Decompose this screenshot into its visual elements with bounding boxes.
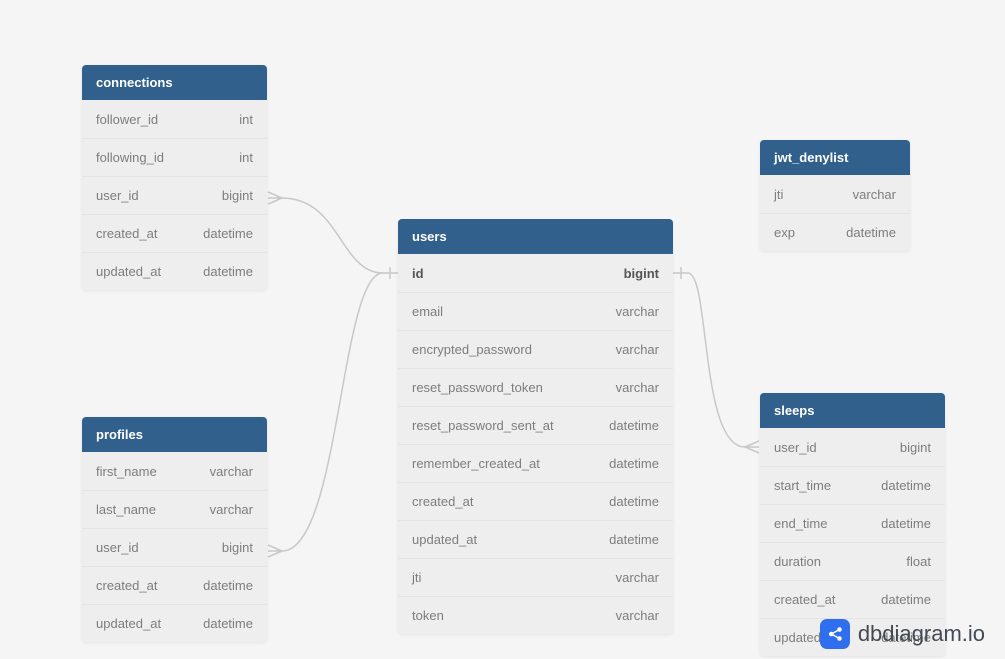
- column-row[interactable]: token varchar: [398, 596, 673, 634]
- column-row[interactable]: user_id bigint: [82, 176, 267, 214]
- column-type: varchar: [210, 464, 253, 479]
- column-type: float: [906, 554, 931, 569]
- column-row[interactable]: created_at datetime: [82, 214, 267, 252]
- column-name: id: [412, 266, 424, 281]
- share-icon: [820, 619, 850, 649]
- column-row[interactable]: following_id int: [82, 138, 267, 176]
- column-row[interactable]: created_at datetime: [82, 566, 267, 604]
- column-row[interactable]: created_at datetime: [398, 482, 673, 520]
- watermark-text: dbdiagram.io: [858, 621, 985, 647]
- column-row[interactable]: updated_at datetime: [82, 604, 267, 642]
- column-type: datetime: [609, 494, 659, 509]
- column-row[interactable]: id bigint: [398, 254, 673, 292]
- column-type: datetime: [609, 418, 659, 433]
- column-type: varchar: [616, 608, 659, 623]
- column-type: bigint: [222, 188, 253, 203]
- column-type: bigint: [624, 266, 659, 281]
- column-type: varchar: [616, 380, 659, 395]
- column-type: int: [239, 150, 253, 165]
- column-row[interactable]: encrypted_password varchar: [398, 330, 673, 368]
- column-name: updated_at: [412, 532, 477, 547]
- column-name: created_at: [774, 592, 835, 607]
- watermark: dbdiagram.io: [820, 619, 985, 649]
- column-row[interactable]: reset_password_sent_at datetime: [398, 406, 673, 444]
- column-row[interactable]: exp datetime: [760, 213, 910, 251]
- column-type: bigint: [222, 540, 253, 555]
- column-row[interactable]: first_name varchar: [82, 452, 267, 490]
- table-header[interactable]: profiles: [82, 417, 267, 452]
- column-row[interactable]: user_id bigint: [760, 428, 945, 466]
- table-header[interactable]: jwt_denylist: [760, 140, 910, 175]
- column-name: email: [412, 304, 443, 319]
- table-header[interactable]: connections: [82, 65, 267, 100]
- column-type: bigint: [900, 440, 931, 455]
- column-type: datetime: [846, 225, 896, 240]
- column-name: reset_password_token: [412, 380, 543, 395]
- column-name: jti: [412, 570, 421, 585]
- column-row[interactable]: updated_at datetime: [398, 520, 673, 558]
- column-name: end_time: [774, 516, 827, 531]
- column-name: first_name: [96, 464, 157, 479]
- table-jwt-denylist[interactable]: jwt_denylistjti varchar exp datetime: [760, 140, 910, 251]
- column-type: datetime: [881, 592, 931, 607]
- column-row[interactable]: jti varchar: [398, 558, 673, 596]
- table-header[interactable]: users: [398, 219, 673, 254]
- column-row[interactable]: jti varchar: [760, 175, 910, 213]
- table-profiles[interactable]: profilesfirst_namevarcharlast_namevarcha…: [82, 417, 267, 642]
- column-name: created_at: [96, 578, 157, 593]
- column-name: updated_at: [96, 616, 161, 631]
- column-type: varchar: [616, 342, 659, 357]
- column-type: int: [239, 112, 253, 127]
- column-row[interactable]: reset_password_token varchar: [398, 368, 673, 406]
- column-name: created_at: [412, 494, 473, 509]
- column-name: updated_at: [96, 264, 161, 279]
- column-row[interactable]: last_name varchar: [82, 490, 267, 528]
- column-type: varchar: [210, 502, 253, 517]
- table-header[interactable]: sleeps: [760, 393, 945, 428]
- column-row[interactable]: created_at datetime: [760, 580, 945, 618]
- column-row[interactable]: duration float: [760, 542, 945, 580]
- column-name: duration: [774, 554, 821, 569]
- column-type: datetime: [203, 226, 253, 241]
- column-name: jti: [774, 187, 783, 202]
- column-name: last_name: [96, 502, 156, 517]
- column-type: datetime: [881, 478, 931, 493]
- table-connections[interactable]: connectionsfollower_idintfollowing_idint…: [82, 65, 267, 290]
- column-row[interactable]: follower_id int: [82, 100, 267, 138]
- column-type: varchar: [616, 570, 659, 585]
- column-name: following_id: [96, 150, 164, 165]
- column-type: datetime: [881, 516, 931, 531]
- column-type: datetime: [203, 578, 253, 593]
- table-users[interactable]: usersidbigintemailvarcharencrypted_passw…: [398, 219, 673, 634]
- column-row[interactable]: start_time datetime: [760, 466, 945, 504]
- column-row[interactable]: email varchar: [398, 292, 673, 330]
- column-name: follower_id: [96, 112, 158, 127]
- column-name: reset_password_sent_at: [412, 418, 554, 433]
- column-row[interactable]: updated_at datetime: [82, 252, 267, 290]
- column-name: user_id: [96, 188, 139, 203]
- column-name: remember_created_at: [412, 456, 540, 471]
- column-name: user_id: [774, 440, 817, 455]
- column-name: encrypted_password: [412, 342, 532, 357]
- column-type: datetime: [203, 264, 253, 279]
- column-name: exp: [774, 225, 795, 240]
- column-row[interactable]: end_time datetime: [760, 504, 945, 542]
- column-row[interactable]: remember_created_at datetime: [398, 444, 673, 482]
- column-type: datetime: [203, 616, 253, 631]
- column-type: datetime: [609, 532, 659, 547]
- column-type: varchar: [853, 187, 896, 202]
- column-type: datetime: [609, 456, 659, 471]
- column-name: user_id: [96, 540, 139, 555]
- table-sleeps[interactable]: sleepsuser_idbigintstart_timedatetimeend…: [760, 393, 945, 656]
- column-name: token: [412, 608, 444, 623]
- column-name: created_at: [96, 226, 157, 241]
- column-name: start_time: [774, 478, 831, 493]
- column-type: varchar: [616, 304, 659, 319]
- column-row[interactable]: user_id bigint: [82, 528, 267, 566]
